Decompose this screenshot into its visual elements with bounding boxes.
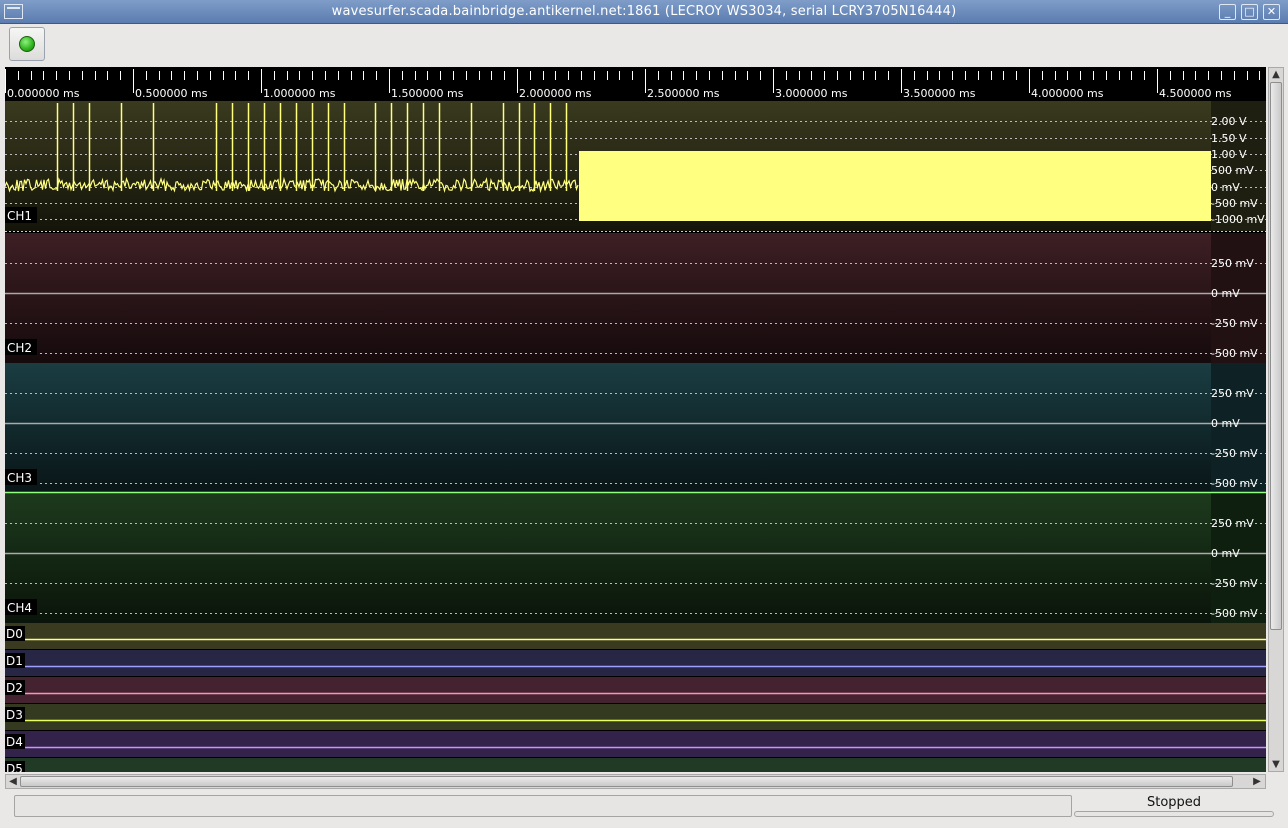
scroll-left-arrow-icon[interactable]: ◀ <box>6 775 20 788</box>
digital-channel-background <box>5 677 1266 704</box>
digital-channel-label: D4 <box>6 735 23 749</box>
timeline-label: 1.000000 ms <box>263 87 336 100</box>
digital-channel-label: D2 <box>6 681 23 695</box>
maximize-button[interactable]: □ <box>1241 4 1258 20</box>
axis-tick-label: -500 mV <box>1211 347 1258 360</box>
axis-tick-label: -250 mV <box>1211 577 1258 590</box>
vertical-scroll-thumb[interactable] <box>1270 82 1282 630</box>
run-stop-button[interactable] <box>9 27 45 61</box>
axis-tick-label: 2.00 V <box>1211 115 1247 128</box>
channel-background <box>5 363 1266 493</box>
axis-tick-label: -250 mV <box>1211 447 1258 460</box>
digital-channel-background <box>5 650 1266 677</box>
scroll-down-arrow-icon[interactable]: ▼ <box>1269 758 1283 771</box>
axis-tick-label: -250 mV <box>1211 317 1258 330</box>
waveform-area[interactable]: 0.000000 ms 0.500000 ms 1.000000 ms 1.50000… <box>5 67 1266 772</box>
channel-background <box>5 233 1266 363</box>
timeline-label: 1.500000 ms <box>391 87 464 100</box>
vertical-scrollbar[interactable]: ▲ ▼ <box>1268 67 1284 772</box>
axis-tick-label: 500 mV <box>1211 164 1254 177</box>
title-bar: wavesurfer.scada.bainbridge.antikernel.n… <box>0 0 1288 24</box>
timeline-label: 4.000000 ms <box>1031 87 1104 100</box>
axis-tick-label: 0 mV <box>1211 181 1240 194</box>
channel-background <box>5 493 1266 623</box>
status-text: Stopped <box>1146 795 1202 810</box>
window-title: wavesurfer.scada.bainbridge.antikernel.n… <box>331 4 957 19</box>
waveform-canvas[interactable]: 0.000000 ms 0.500000 ms 1.000000 ms 1.50000… <box>5 67 1266 772</box>
timeline-label: 2.000000 ms <box>519 87 592 100</box>
digital-channel-label: D5 <box>6 762 23 772</box>
axis-tick-label: -500 mV <box>1211 607 1258 620</box>
status-message-field <box>14 795 1072 817</box>
axis-tick-label: -1000 mV <box>1211 213 1265 226</box>
digital-channel-label: D0 <box>6 627 23 641</box>
timeline-label: 0.500000 ms <box>135 87 208 100</box>
axis-tick-label: 250 mV <box>1211 387 1254 400</box>
digital-channel-background <box>5 758 1266 772</box>
axis-tick-label: -500 mV <box>1211 477 1258 490</box>
toolbar <box>0 24 1288 66</box>
green-led-icon <box>19 36 35 52</box>
axis-tick-label: 250 mV <box>1211 517 1254 530</box>
scroll-up-arrow-icon[interactable]: ▲ <box>1269 68 1283 81</box>
status-progress-bar <box>1074 811 1274 817</box>
axis-tick-label: 1.50 V <box>1211 132 1247 145</box>
digital-channel-background <box>5 704 1266 731</box>
axis-tick-label: 0 mV <box>1211 287 1240 300</box>
ch1-burst-envelope <box>579 151 1211 221</box>
timeline-label: 3.000000 ms <box>775 87 848 100</box>
digital-channel-background <box>5 731 1266 758</box>
horizontal-scroll-thumb[interactable] <box>20 776 1233 787</box>
digital-channel-background <box>5 623 1266 650</box>
digital-channel-label: D1 <box>6 654 23 668</box>
axis-tick-label: 250 mV <box>1211 257 1254 270</box>
channel-label: CH4 <box>7 601 32 615</box>
axis-tick-label: 0 mV <box>1211 417 1240 430</box>
scroll-right-arrow-icon[interactable]: ▶ <box>1250 775 1264 788</box>
timeline-label: 4.500000 ms <box>1159 87 1232 100</box>
timeline-label: 0.000000 ms <box>7 87 80 100</box>
axis-tick-label: -500 mV <box>1211 197 1258 210</box>
digital-channel-label: D3 <box>6 708 23 722</box>
channel-label: CH3 <box>7 471 32 485</box>
close-button[interactable]: ✕ <box>1263 4 1280 20</box>
timeline-label: 3.500000 ms <box>903 87 976 100</box>
axis-tick-label: 0 mV <box>1211 547 1240 560</box>
channel-label: CH1 <box>7 209 32 223</box>
axis-tick-label: 1.00 V <box>1211 148 1247 161</box>
minimize-button[interactable]: _ <box>1219 4 1236 20</box>
timeline-label: 2.500000 ms <box>647 87 720 100</box>
channel-label: CH2 <box>7 341 32 355</box>
horizontal-scrollbar[interactable]: ◀ ▶ <box>5 774 1266 789</box>
